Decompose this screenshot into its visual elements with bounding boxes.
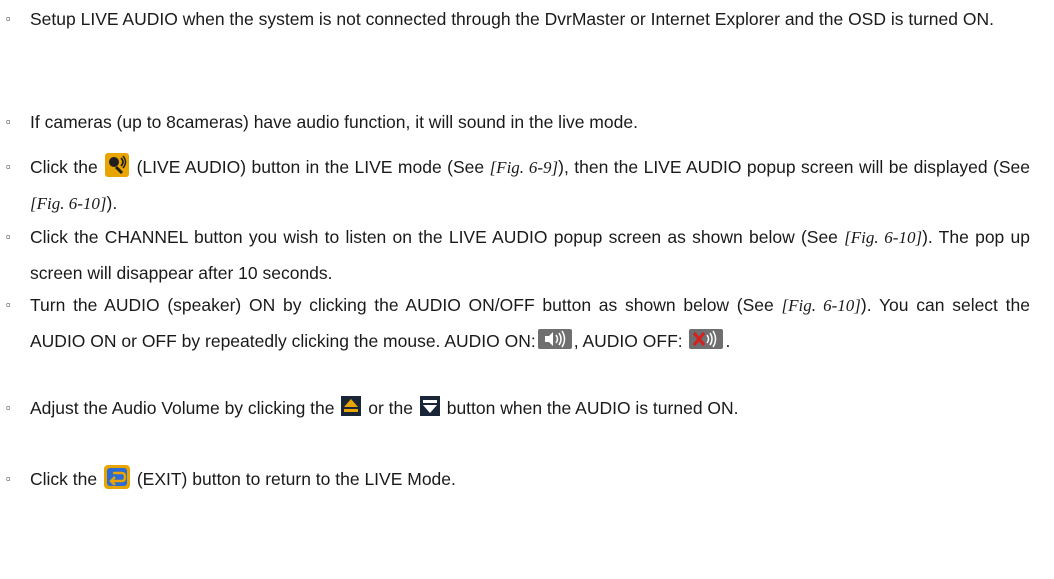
list-item: ▫ If cameras (up to 8cameras) have audio… xyxy=(6,105,1030,140)
speaker-off-icon[interactable] xyxy=(689,328,724,349)
bullet: ▫ xyxy=(6,471,11,486)
bullet: ▫ xyxy=(6,400,11,415)
bullet: ▫ xyxy=(6,11,11,26)
exit-icon[interactable] xyxy=(103,465,130,490)
bullet: ▫ xyxy=(6,297,11,312)
volume-up-icon[interactable] xyxy=(341,396,362,417)
bullet: ▫ xyxy=(6,159,11,174)
list-item: ▫ Adjust the Audio Volume by clicking th… xyxy=(6,391,1030,426)
list-item: ▫ Turn the AUDIO (speaker) ON by clickin… xyxy=(6,288,1030,358)
list-item: ▫ Click the (LIVE AUDIO) button in the L… xyxy=(6,150,1030,221)
manual-page: ▫ Setup LIVE AUDIO when the system is no… xyxy=(0,0,1054,579)
bullet: ▫ xyxy=(6,229,11,244)
speaker-on-icon[interactable] xyxy=(537,328,572,349)
list-item: ▫ Setup LIVE AUDIO when the system is no… xyxy=(6,2,1030,37)
bullet: ▫ xyxy=(6,114,11,129)
list-item: ▫ Click the (EXIT) button to return to t… xyxy=(6,462,1030,497)
volume-down-icon[interactable] xyxy=(419,396,440,417)
live-audio-icon[interactable] xyxy=(105,153,130,178)
list-item: ▫ Click the CHANNEL button you wish to l… xyxy=(6,220,1030,290)
